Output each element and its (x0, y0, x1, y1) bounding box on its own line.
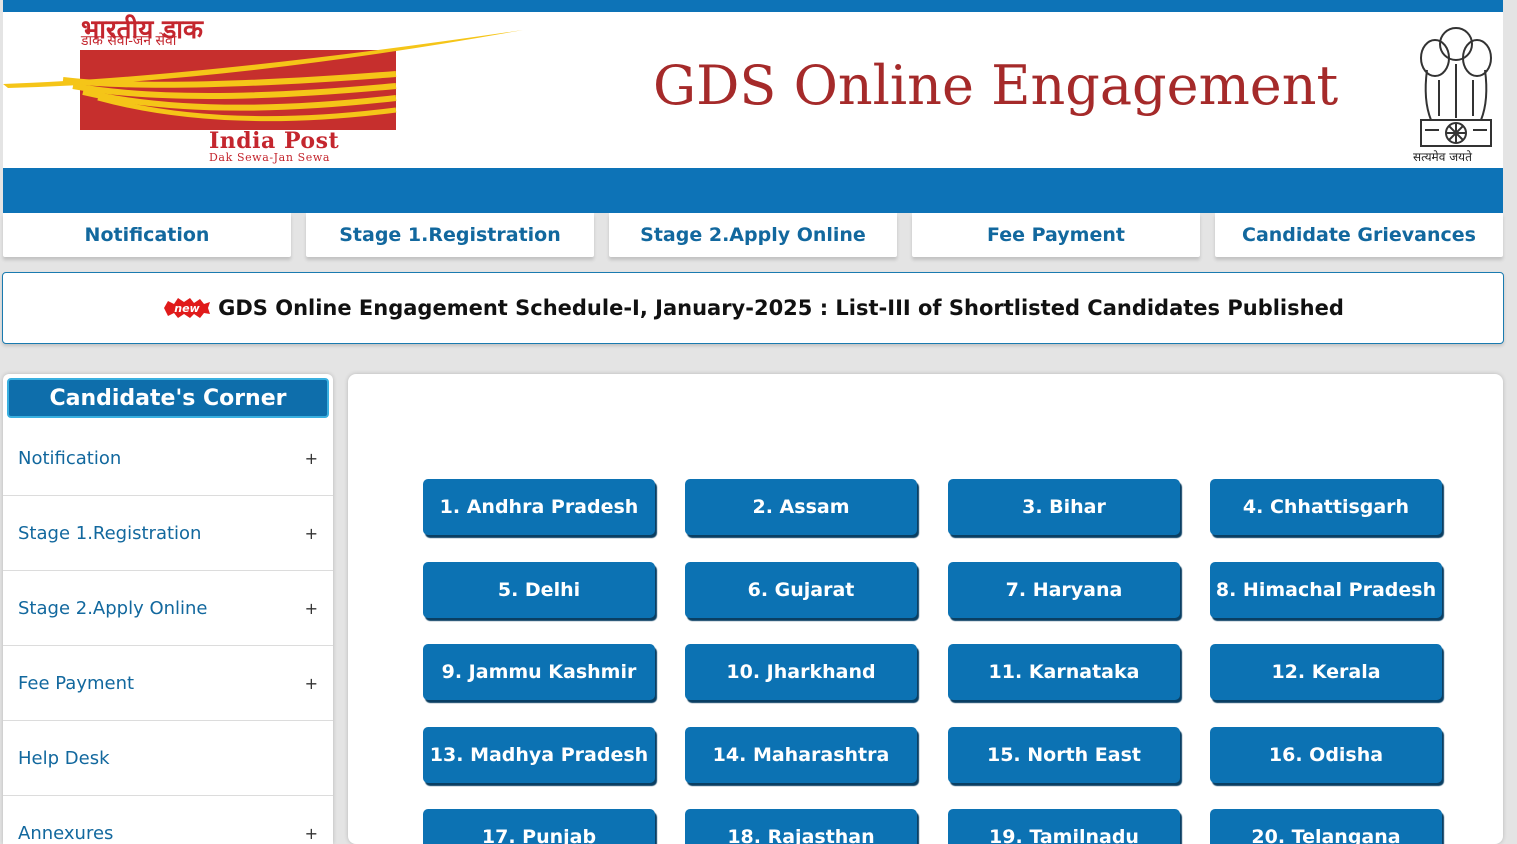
main-nav: Notification Stage 1.Registration Stage … (3, 213, 1503, 257)
new-badge-label: new (174, 302, 200, 315)
news-banner[interactable]: new GDS Online Engagement Schedule-I, Ja… (2, 272, 1504, 344)
state-button-11[interactable]: 11. Karnataka (948, 644, 1180, 700)
state-button-13[interactable]: 13. Madhya Pradesh (423, 727, 655, 783)
state-button-3[interactable]: 3. Bihar (948, 479, 1180, 535)
state-button-6[interactable]: 6. Gujarat (685, 562, 917, 618)
sidebar-item-label: Stage 2.Apply Online (18, 598, 208, 619)
sidebar-item-stage1-registration[interactable]: Stage 1.Registration + (3, 497, 333, 571)
state-button-1[interactable]: 1. Andhra Pradesh (423, 479, 655, 535)
sidebar-item-label: Notification (18, 448, 122, 469)
site-header: भारतीय डाक डाक सेवा-जन सेवा India Post D… (3, 12, 1503, 168)
expand-plus-icon: + (304, 524, 318, 543)
national-emblem-icon (1420, 27, 1492, 147)
tab-fee-payment[interactable]: Fee Payment (912, 213, 1200, 257)
expand-plus-icon: + (304, 824, 318, 843)
top-blue-strip (3, 0, 1503, 12)
candidates-corner-sidebar: Candidate's Corner Notification + Stage … (3, 374, 333, 844)
state-button-16[interactable]: 16. Odisha (1210, 727, 1442, 783)
state-button-5[interactable]: 5. Delhi (423, 562, 655, 618)
sidebar-item-stage2-apply-online[interactable]: Stage 2.Apply Online + (3, 572, 333, 646)
state-button-15[interactable]: 15. North East (948, 727, 1180, 783)
tab-stage2-apply-online[interactable]: Stage 2.Apply Online (609, 213, 897, 257)
india-post-logo[interactable]: भारतीय डाक डाक सेवा-जन सेवा India Post D… (3, 12, 533, 168)
state-button-10[interactable]: 10. Jharkhand (685, 644, 917, 700)
state-button-14[interactable]: 14. Maharashtra (685, 727, 917, 783)
sidebar-item-label: Annexures (18, 823, 114, 844)
state-button-8[interactable]: 8. Himachal Pradesh (1210, 562, 1442, 618)
news-headline[interactable]: GDS Online Engagement Schedule-I, Januar… (218, 296, 1344, 320)
tab-notification[interactable]: Notification (3, 213, 291, 257)
state-button-9[interactable]: 9. Jammu Kashmir (423, 644, 655, 700)
state-button-7[interactable]: 7. Haryana (948, 562, 1180, 618)
sidebar-item-label: Stage 1.Registration (18, 523, 202, 544)
state-button-2[interactable]: 2. Assam (685, 479, 917, 535)
page-title: GDS Online Engagement (653, 54, 1339, 117)
new-badge-icon: new (164, 298, 211, 318)
state-button-4[interactable]: 4. Chhattisgarh (1210, 479, 1442, 535)
sidebar-item-label: Fee Payment (18, 673, 135, 694)
expand-plus-icon: + (304, 674, 318, 693)
state-button-12[interactable]: 12. Kerala (1210, 644, 1442, 700)
sidebar-item-annexures[interactable]: Annexures + (3, 797, 333, 844)
sidebar-item-label: Help Desk (18, 748, 110, 769)
logo-english-tagline: Dak Sewa-Jan Sewa (209, 151, 331, 164)
state-selection-panel: 1. Andhra Pradesh 2. Assam 3. Bihar 4. Chha… (348, 374, 1503, 844)
sidebar-item-fee-payment[interactable]: Fee Payment + (3, 647, 333, 721)
sidebar-item-help-desk[interactable]: Help Desk (3, 722, 333, 796)
logo-swoosh-icon (3, 30, 523, 122)
header-blue-band (3, 168, 1503, 213)
sidebar-title: Candidate's Corner (7, 378, 329, 418)
tab-candidate-grievances[interactable]: Candidate Grievances (1215, 213, 1503, 257)
expand-plus-icon: + (304, 449, 318, 468)
emblem-motto: सत्यमेव जयते (1413, 150, 1472, 164)
expand-plus-icon: + (304, 599, 318, 618)
sidebar-item-notification[interactable]: Notification + (3, 422, 333, 496)
tab-stage1-registration[interactable]: Stage 1.Registration (306, 213, 594, 257)
